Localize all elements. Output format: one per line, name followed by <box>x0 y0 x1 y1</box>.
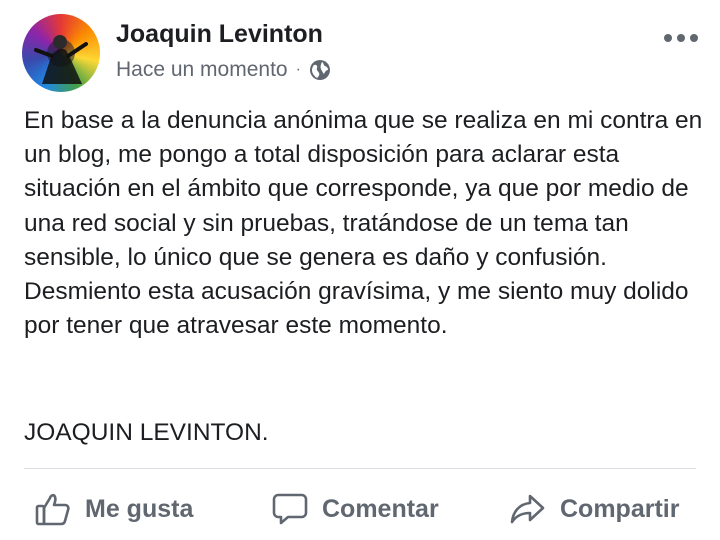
post-signature: JOAQUIN LEVINTON. <box>24 419 269 446</box>
comment-icon <box>272 493 308 525</box>
timestamp[interactable]: Hace un momento <box>116 58 288 82</box>
share-button[interactable]: Compartir <box>510 484 679 534</box>
like-label: Me gusta <box>85 494 194 523</box>
post-meta: Hace un momento · <box>116 57 331 83</box>
meta-separator: · <box>295 61 301 78</box>
comment-button[interactable]: Comentar <box>272 484 439 534</box>
avatar-image <box>34 35 88 84</box>
share-icon <box>510 494 545 524</box>
more-dot <box>664 34 672 42</box>
divider <box>24 468 696 469</box>
more-options-icon[interactable] <box>664 28 698 48</box>
more-dot <box>690 34 698 42</box>
post-body: En base a la denuncia anónima que se rea… <box>24 104 704 343</box>
share-label: Compartir <box>560 494 680 523</box>
more-dot <box>677 34 685 42</box>
facebook-post: Joaquin Levinton Hace un momento · En ba… <box>0 0 720 540</box>
globe-icon[interactable] <box>309 59 331 81</box>
action-bar: Me gusta Comentar Compartir <box>0 484 720 534</box>
author-name[interactable]: Joaquin Levinton <box>116 20 323 49</box>
comment-label: Comentar <box>322 494 439 523</box>
post-paragraph: En base a la denuncia anónima que se rea… <box>24 107 703 340</box>
thumbs-up-icon <box>35 493 70 526</box>
like-button[interactable]: Me gusta <box>35 484 193 534</box>
avatar[interactable] <box>22 14 100 92</box>
